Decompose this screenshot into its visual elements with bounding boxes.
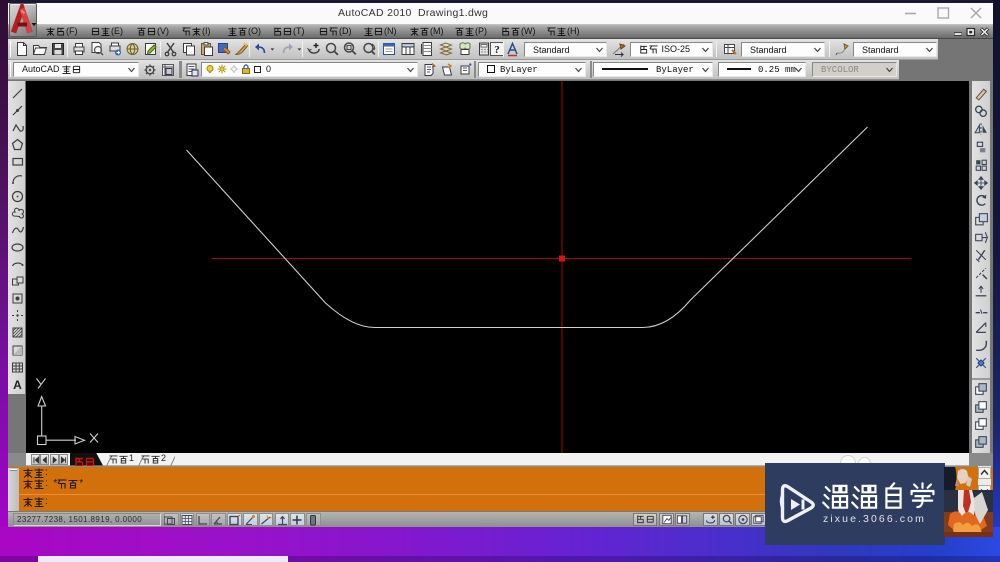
svg-text:A: A — [13, 378, 22, 392]
svg-text:?: ? — [494, 44, 500, 56]
